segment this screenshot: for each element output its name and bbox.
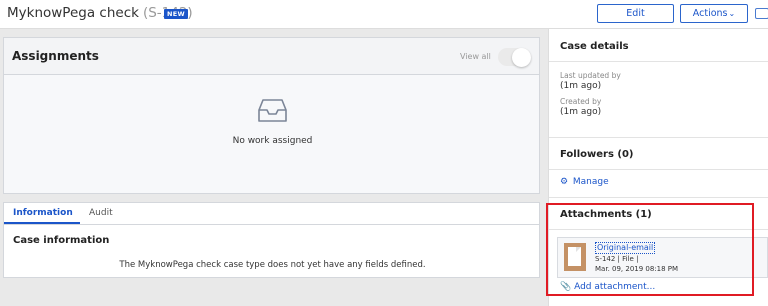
view-all-toggle[interactable] — [498, 48, 531, 67]
divider — [549, 197, 768, 198]
actions-button[interactable]: Actions⌄ — [680, 4, 748, 23]
assignments-panel: Assignments View all No work assigned — [3, 37, 540, 194]
comment-icon[interactable] — [755, 8, 768, 19]
no-fields-message: The MyknowPega check case type does not … — [119, 260, 426, 270]
active-tab-indicator — [4, 222, 80, 224]
info-tabs: Information Audit — [4, 203, 539, 225]
created-value: (1m ago) — [560, 107, 602, 117]
manage-followers-link[interactable]: ⚙ Manage — [560, 177, 609, 187]
information-panel: Information Audit Case information The M… — [3, 202, 540, 278]
view-all-label: View all — [460, 52, 491, 61]
followers-title: Followers (0) — [560, 149, 634, 160]
assignments-title: Assignments — [12, 49, 99, 63]
divider — [549, 137, 768, 138]
inbox-tray-icon — [258, 99, 287, 122]
created-label: Created by — [560, 97, 602, 106]
case-header: MyknowPega check(S-142) NEW Edit Actions… — [0, 0, 768, 29]
toggle-knob — [512, 48, 531, 67]
attachments-highlight-box — [546, 203, 754, 296]
edit-button[interactable]: Edit — [597, 4, 674, 23]
last-updated-value: (1m ago) — [560, 81, 602, 91]
tab-information[interactable]: Information — [13, 208, 73, 218]
tab-audit[interactable]: Audit — [89, 208, 113, 218]
case-name: MyknowPega check — [7, 5, 139, 21]
no-work-message: No work assigned — [232, 136, 313, 146]
divider — [549, 61, 768, 62]
manage-label: Manage — [572, 177, 609, 187]
last-updated-label: Last updated by — [560, 71, 621, 80]
divider — [549, 169, 768, 170]
chevron-down-icon: ⌄ — [728, 9, 736, 18]
actions-label: Actions — [692, 8, 728, 19]
assignments-header: Assignments View all — [4, 38, 539, 75]
case-details-title: Case details — [560, 41, 629, 52]
new-badge: NEW — [164, 9, 188, 19]
case-information-title: Case information — [13, 235, 110, 246]
gear-icon: ⚙ — [560, 177, 569, 187]
